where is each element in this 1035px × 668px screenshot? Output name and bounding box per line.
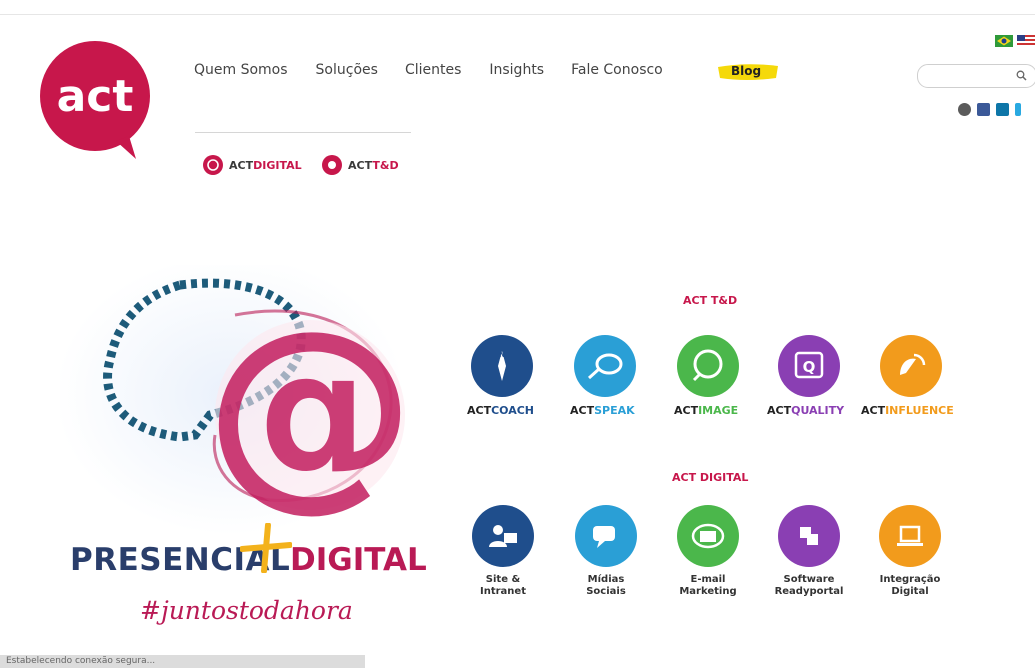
- section-title-td: ACT T&D: [683, 294, 738, 307]
- us-flag-icon[interactable]: [1017, 35, 1035, 47]
- brazil-flag-icon[interactable]: [995, 35, 1013, 47]
- actinfluence-button[interactable]: [880, 335, 942, 397]
- nav-quem-somos[interactable]: Quem Somos: [194, 62, 288, 78]
- magnifier-icon: [692, 349, 723, 382]
- search-input[interactable]: [917, 64, 1035, 88]
- language-selector: [995, 35, 1035, 47]
- logo-text: act: [57, 71, 134, 122]
- status-bar: Estabelecendo conexão segura...: [0, 655, 365, 668]
- nav-divider: [195, 132, 411, 133]
- integracao-digital-label[interactable]: Integração Digital: [870, 574, 950, 598]
- subnav-a-suffix: DIGITAL: [253, 158, 302, 172]
- satellite-icon: [900, 353, 926, 375]
- subnav-b-prefix: ACT: [348, 158, 373, 172]
- actspeak-label[interactable]: ACTSPEAK: [570, 404, 635, 417]
- midias-sociais-button[interactable]: [575, 505, 637, 567]
- svg-text:Q: Q: [803, 358, 816, 376]
- actcoach-label[interactable]: ACTCOACH: [467, 404, 534, 417]
- nav-blog[interactable]: Blog: [731, 64, 761, 78]
- facebook-icon[interactable]: [977, 103, 990, 116]
- compass-icon: N: [498, 350, 506, 381]
- nav-clientes[interactable]: Clientes: [405, 62, 461, 78]
- plus-icon: [240, 523, 292, 573]
- linkedin-icon[interactable]: [996, 103, 1009, 116]
- speech-icon: [587, 353, 623, 380]
- act-digital-icon: [203, 155, 223, 175]
- svg-text:N: N: [499, 350, 506, 359]
- midias-sociais-label[interactable]: Mídias Sociais: [566, 574, 646, 598]
- twitter-icon[interactable]: [1015, 103, 1021, 116]
- subnav-a-prefix: ACT: [229, 158, 254, 172]
- act-td-icon: [322, 155, 342, 175]
- email-marketing-button[interactable]: [677, 505, 739, 567]
- chat-icon: [593, 526, 615, 548]
- email-marketing-label[interactable]: E-mail Marketing: [668, 574, 748, 598]
- at-symbol: @: [205, 285, 415, 530]
- integracao-digital-button[interactable]: [879, 505, 941, 567]
- subnav-b-suffix: T&D: [372, 158, 399, 172]
- software-readyportal-button[interactable]: [778, 505, 840, 567]
- actquality-button[interactable]: Q: [778, 335, 840, 397]
- act-logo[interactable]: act: [36, 41, 154, 159]
- nav-solucoes[interactable]: Soluções: [316, 62, 378, 78]
- wordpress-icon[interactable]: [958, 103, 971, 116]
- software-readyportal-label[interactable]: Software Readyportal: [769, 574, 849, 598]
- nav-fale-conosco[interactable]: Fale Conosco: [571, 62, 663, 78]
- actimage-label[interactable]: ACTIMAGE: [674, 404, 738, 417]
- actspeak-button[interactable]: [574, 335, 636, 397]
- subnav-act-digital[interactable]: ACTDIGITAL: [203, 155, 302, 175]
- quality-icon: Q: [794, 351, 824, 379]
- portal-icon: [800, 527, 818, 545]
- social-links: [958, 103, 1021, 116]
- laptop-icon: [897, 525, 923, 546]
- top-bar: [0, 0, 1035, 15]
- actinfluence-label[interactable]: ACTINFLUENCE: [861, 404, 954, 417]
- actimage-button[interactable]: [677, 335, 739, 397]
- site-intranet-button[interactable]: [472, 505, 534, 567]
- hero-illustration: @: [60, 265, 415, 535]
- site-intranet-label[interactable]: Site & Intranet: [463, 574, 543, 598]
- hero-hashtag: #juntostodahora: [140, 596, 353, 625]
- subnav-act-td[interactable]: ACTT&D: [322, 155, 399, 175]
- hero-right-text: DIGITAL: [290, 542, 427, 578]
- search-icon[interactable]: [1016, 70, 1027, 81]
- nav-insights[interactable]: Insights: [489, 62, 544, 78]
- section-title-digital: ACT DIGITAL: [672, 471, 749, 484]
- main-nav: Quem Somos Soluções Clientes Insights Fa…: [194, 62, 691, 78]
- mail-icon: [691, 523, 725, 549]
- actquality-label[interactable]: ACTQUALITY: [767, 404, 844, 417]
- people-icon: [489, 525, 517, 547]
- actcoach-button[interactable]: N: [471, 335, 533, 397]
